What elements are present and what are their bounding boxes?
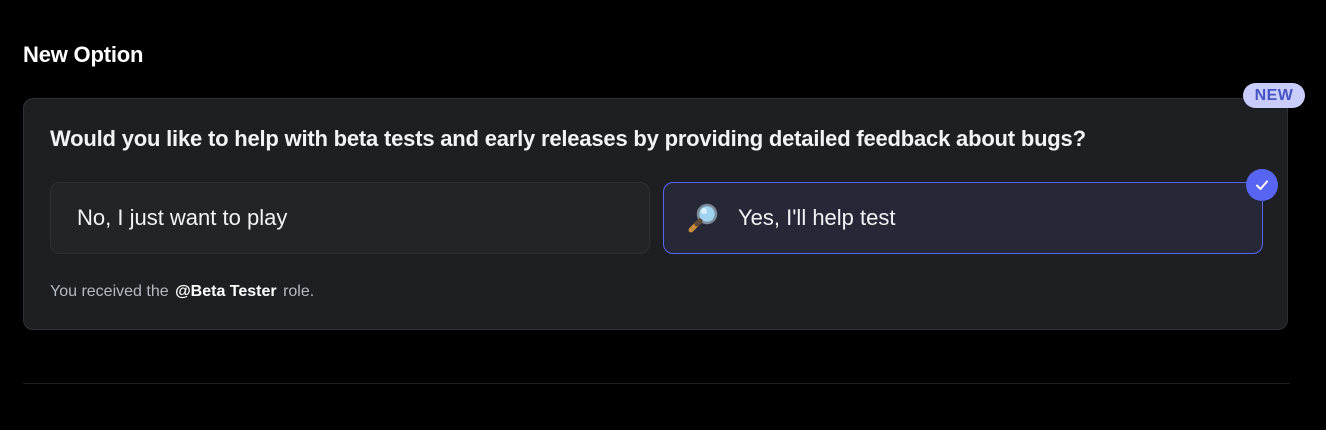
section-title: New Option — [23, 42, 144, 67]
role-received-message: You received the @Beta Tester role. — [50, 283, 314, 301]
divider — [23, 383, 1290, 384]
new-badge: NEW — [1243, 83, 1305, 108]
option-no-just-play[interactable]: No, I just want to play — [50, 182, 650, 254]
onboarding-page: New Option Would you like to help with b… — [0, 0, 1326, 430]
role-message-suffix: role. — [283, 283, 315, 300]
role-mention[interactable]: @Beta Tester — [175, 283, 277, 300]
role-message-prefix: You received the — [50, 283, 169, 300]
question-card: Would you like to help with beta tests a… — [23, 98, 1288, 330]
option-label: No, I just want to play — [77, 205, 288, 230]
checkmark-icon — [1246, 169, 1278, 201]
option-label: Yes, I'll help test — [738, 205, 896, 230]
magnifying-glass-icon — [686, 200, 722, 236]
question-text: Would you like to help with beta tests a… — [50, 126, 1086, 151]
option-yes-help-test[interactable]: Yes, I'll help test — [663, 169, 1278, 254]
